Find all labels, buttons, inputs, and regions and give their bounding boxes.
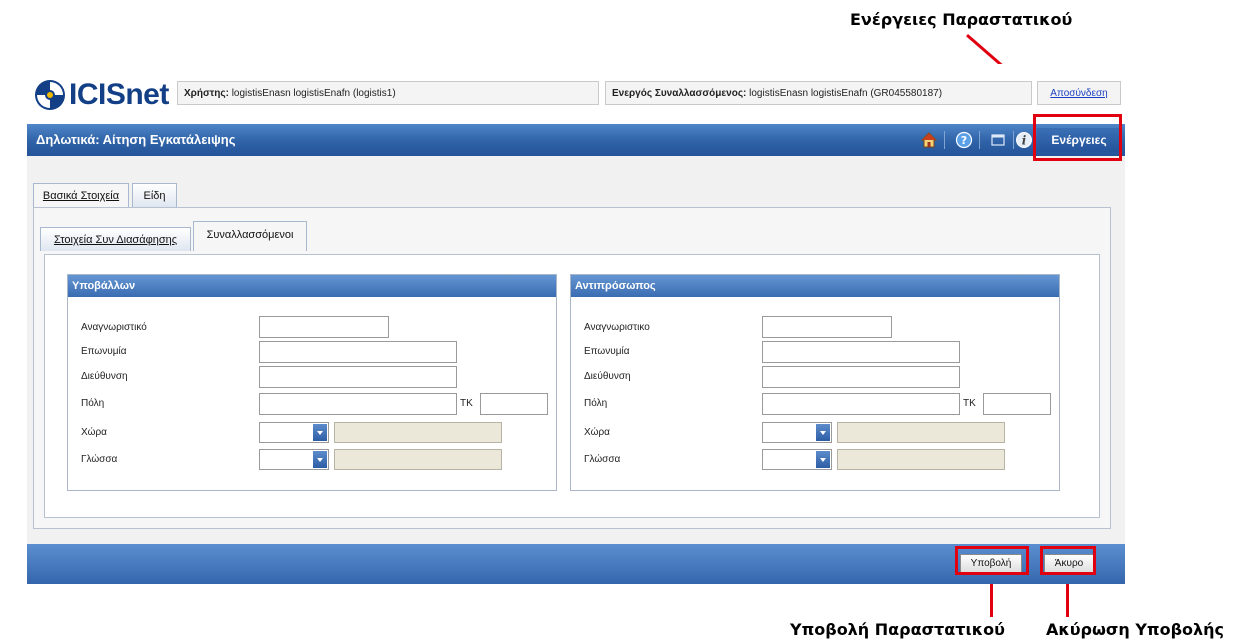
submitter-id-input[interactable] (259, 316, 389, 338)
tab-items-label: Είδη (143, 190, 166, 202)
annotation-submit-highlight (955, 546, 1029, 575)
logout-link[interactable]: Αποσύνδεση (1037, 81, 1121, 105)
chevron-down-icon[interactable] (313, 451, 327, 468)
representative-name-label: Επωνυμία (584, 346, 630, 357)
tab-items[interactable]: Είδη (132, 183, 177, 207)
logo-mark-icon (33, 78, 67, 112)
annotation-cancel: Ακύρωση Υποβολής (1046, 620, 1225, 639)
submitter-postcode-input[interactable] (480, 393, 548, 415)
annotation-actions-highlight (1033, 114, 1122, 161)
toolbar-separator (979, 131, 980, 149)
tab-basic-info[interactable]: Βασικά Στοιχεία (33, 183, 129, 207)
submitter-country-select[interactable] (259, 422, 329, 443)
chevron-down-icon[interactable] (313, 424, 327, 441)
representative-city-label: Πόλη (584, 398, 608, 409)
representative-language-select[interactable] (762, 449, 832, 470)
top-bar: ICISnet Χρήστης: logistisEnasn logistisE… (27, 64, 1125, 124)
svg-text:i: i (1022, 134, 1027, 148)
submitter-group: Υποβάλλων Αναγνωριστικό Επωνυμία Διεύθυν… (67, 274, 557, 491)
tab-declaration-details-label: Στοιχεία Συν Διασάφησης (53, 234, 178, 246)
submitter-address-input[interactable] (259, 366, 457, 388)
representative-language-description (837, 449, 1005, 470)
submitter-language-label: Γλώσσα (81, 454, 118, 465)
representative-address-input[interactable] (762, 366, 960, 388)
logo: ICISnet (33, 78, 169, 112)
toolbar-separator (944, 131, 945, 149)
submitter-country-description (334, 422, 502, 443)
chevron-down-icon[interactable] (816, 451, 830, 468)
trader-info: Ενεργός Συναλλασσόμενος: logistisEnasn l… (605, 81, 1032, 105)
tab-declaration-details[interactable]: Στοιχεία Συν Διασάφησης (40, 227, 191, 251)
application-window: ICISnet Χρήστης: logistisEnasn logistisE… (27, 64, 1125, 584)
annotation-cancel-highlight (1040, 546, 1096, 575)
home-icon[interactable] (919, 130, 939, 150)
logo-text: ICISnet (69, 78, 169, 111)
annotation-submit: Υποβολή Παραστατικού (790, 620, 1005, 639)
representative-country-description (837, 422, 1005, 443)
title-bar: Δηλωτικά: Αίτηση Εγκατάλειψης ? i Ενέργε… (27, 124, 1125, 156)
user-label: Χρήστης: (184, 88, 229, 99)
help-icon[interactable]: ? (954, 130, 974, 150)
svg-text:?: ? (961, 134, 967, 147)
submitter-language-select[interactable] (259, 449, 329, 470)
representative-country-label: Χώρα (584, 427, 610, 438)
annotation-actions: Ενέργειες Παραστατικού (850, 10, 1073, 29)
submitter-id-label: Αναγνωριστικό (81, 322, 147, 333)
submitter-city-input[interactable] (259, 393, 457, 415)
submitter-postcode-label: ΤΚ (460, 398, 473, 409)
submitter-language-description (334, 449, 502, 470)
representative-id-input[interactable] (762, 316, 892, 338)
representative-country-select[interactable] (762, 422, 832, 443)
representative-language-label: Γλώσσα (584, 454, 621, 465)
representative-address-label: Διεύθυνση (584, 371, 631, 382)
tab-traders[interactable]: Συναλλασσόμενοι (193, 221, 307, 251)
representative-city-input[interactable] (762, 393, 960, 415)
trader-value: logistisEnasn logistisEnafn (GR045580187… (749, 88, 943, 99)
user-info: Χρήστης: logistisEnasn logistisEnafn (lo… (177, 81, 599, 105)
representative-postcode-label: ΤΚ (963, 398, 976, 409)
window-icon[interactable] (988, 130, 1008, 150)
representative-name-input[interactable] (762, 341, 960, 363)
submitter-address-label: Διεύθυνση (81, 371, 128, 382)
submitter-city-label: Πόλη (81, 398, 105, 409)
page-title: Δηλωτικά: Αίτηση Εγκατάλειψης (36, 132, 236, 147)
trader-label: Ενεργός Συναλλασσόμενος: (612, 88, 747, 99)
representative-id-label: Αναγνωριστικο (584, 322, 650, 333)
submitter-name-label: Επωνυμία (81, 346, 127, 357)
tab-basic-info-label: Βασικά Στοιχεία (42, 190, 120, 202)
submitter-group-title: Υποβάλλων (68, 275, 556, 297)
tab-traders-label: Συναλλασσόμενοι (206, 229, 294, 241)
submitter-name-input[interactable] (259, 341, 457, 363)
submitter-country-label: Χώρα (81, 427, 107, 438)
user-value: logistisEnasn logistisEnafn (logistis1) (231, 88, 396, 99)
chevron-down-icon[interactable] (816, 424, 830, 441)
representative-group-title: Αντιπρόσωπος (571, 275, 1059, 297)
info-icon[interactable]: i (1014, 130, 1034, 150)
representative-group: Αντιπρόσωπος Αναγνωριστικο Επωνυμία Διεύ… (570, 274, 1060, 491)
representative-postcode-input[interactable] (983, 393, 1051, 415)
